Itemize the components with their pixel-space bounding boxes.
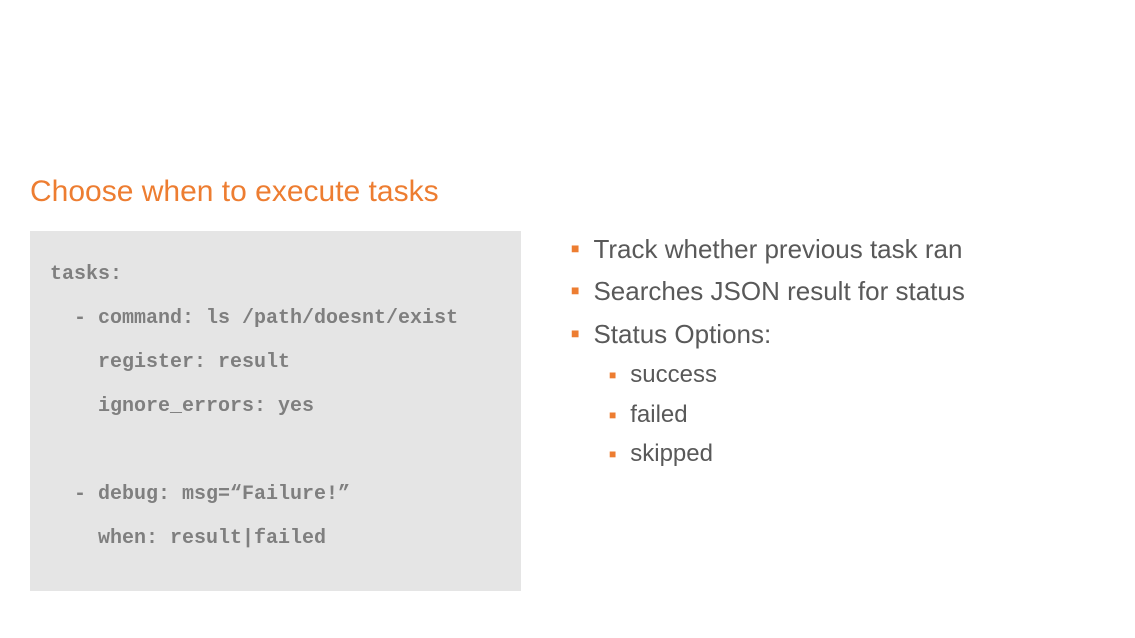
bullet-square-icon: ■: [571, 326, 579, 340]
bullet-square-icon: ■: [609, 369, 616, 381]
slide-heading: Choose when to execute tasks: [30, 175, 1105, 209]
bullet-square-icon: ■: [609, 409, 616, 421]
code-example-block: tasks: - command: ls /path/doesnt/exist …: [30, 231, 521, 591]
bullet-text: Track whether previous task ran: [593, 231, 962, 267]
content-row: tasks: - command: ls /path/doesnt/exist …: [30, 231, 1105, 591]
bullet-list: ■ Track whether previous task ran ■ Sear…: [571, 231, 965, 477]
bullet-text: skipped: [630, 437, 713, 471]
list-item: ■ success: [609, 358, 965, 392]
sub-list: ■ success ■ failed ■ skipped: [609, 358, 965, 471]
bullet-text: failed: [630, 398, 687, 432]
list-item: ■ failed: [609, 398, 965, 432]
list-item: ■ skipped: [609, 437, 965, 471]
code-text: tasks: - command: ls /path/doesnt/exist …: [50, 253, 501, 561]
bullet-text: success: [630, 358, 717, 392]
bullet-text: Searches JSON result for status: [593, 273, 964, 309]
bullet-square-icon: ■: [571, 241, 579, 255]
list-item: ■ Status Options:: [571, 316, 965, 352]
slide-content: Choose when to execute tasks tasks: - co…: [0, 0, 1135, 621]
bullet-text: Status Options:: [593, 316, 771, 352]
bullet-square-icon: ■: [571, 283, 579, 297]
list-item: ■ Track whether previous task ran: [571, 231, 965, 267]
list-item: ■ Searches JSON result for status: [571, 273, 965, 309]
bullet-square-icon: ■: [609, 448, 616, 460]
